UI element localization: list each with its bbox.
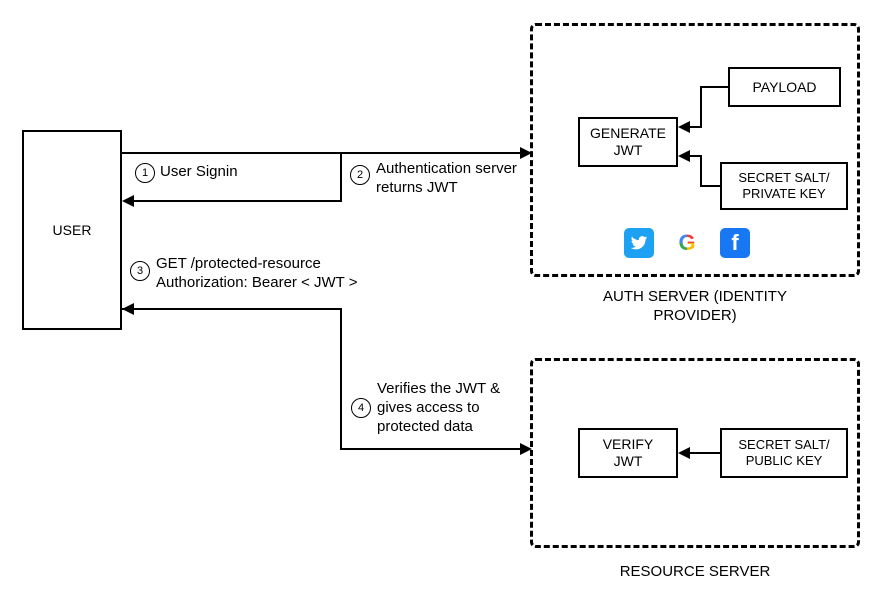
arrowhead-step-1 xyxy=(520,147,532,159)
private-key-box: SECRET SALT/ PRIVATE KEY xyxy=(720,162,848,210)
connector xyxy=(688,126,702,128)
arrowhead-step-2 xyxy=(122,195,134,207)
public-key-box: SECRET SALT/ PUBLIC KEY xyxy=(720,428,848,478)
arrowhead-step-4 xyxy=(122,303,134,315)
connector xyxy=(700,185,720,187)
step-4-label: Verifies the JWT & gives access to prote… xyxy=(377,380,500,436)
arrow-into-generate-top xyxy=(678,121,690,133)
arrowhead-step-3 xyxy=(520,443,532,455)
step-3-badge: 3 xyxy=(130,261,150,281)
generate-jwt-box: GENERATE JWT xyxy=(578,117,678,167)
auth-server-title: AUTH SERVER (IDENTITY PROVIDER) xyxy=(560,288,830,326)
identity-provider-icons: G f xyxy=(624,228,750,258)
step-3-label: GET /protected-resource Authorization: B… xyxy=(156,255,357,293)
step-1-badge: 1 xyxy=(135,163,155,183)
facebook-icon: f xyxy=(720,228,750,258)
step-2-badge: 2 xyxy=(350,165,370,185)
connector xyxy=(690,452,720,454)
arrow-step-1 xyxy=(122,152,522,154)
connector xyxy=(700,157,702,187)
connector xyxy=(688,155,702,157)
arrow-step-2v xyxy=(340,152,342,202)
user-box: USER xyxy=(22,130,122,330)
arrow-step-2h xyxy=(134,200,342,202)
step-1-label: User Signin xyxy=(160,163,238,182)
arrow-into-generate-bottom xyxy=(678,150,690,162)
arrow-step-3v xyxy=(340,308,342,450)
step-4-badge: 4 xyxy=(351,398,371,418)
verify-jwt-box: VERIFY JWT xyxy=(578,428,678,478)
step-2-label: Authentication server returns JWT xyxy=(376,160,517,198)
connector xyxy=(700,86,702,128)
connector xyxy=(700,86,728,88)
resource-server-title: RESOURCE SERVER xyxy=(595,563,795,582)
twitter-icon xyxy=(624,228,654,258)
arrow-step-3h1 xyxy=(122,308,342,310)
user-label: USER xyxy=(53,222,92,239)
payload-box: PAYLOAD xyxy=(728,67,841,107)
google-icon: G xyxy=(672,228,702,258)
arrow-step-3h2 xyxy=(340,448,522,450)
jwt-flow-diagram: USER GENERATE JWT PAYLOAD SECRET SALT/ P… xyxy=(0,0,880,599)
arrow-into-verify xyxy=(678,447,690,459)
